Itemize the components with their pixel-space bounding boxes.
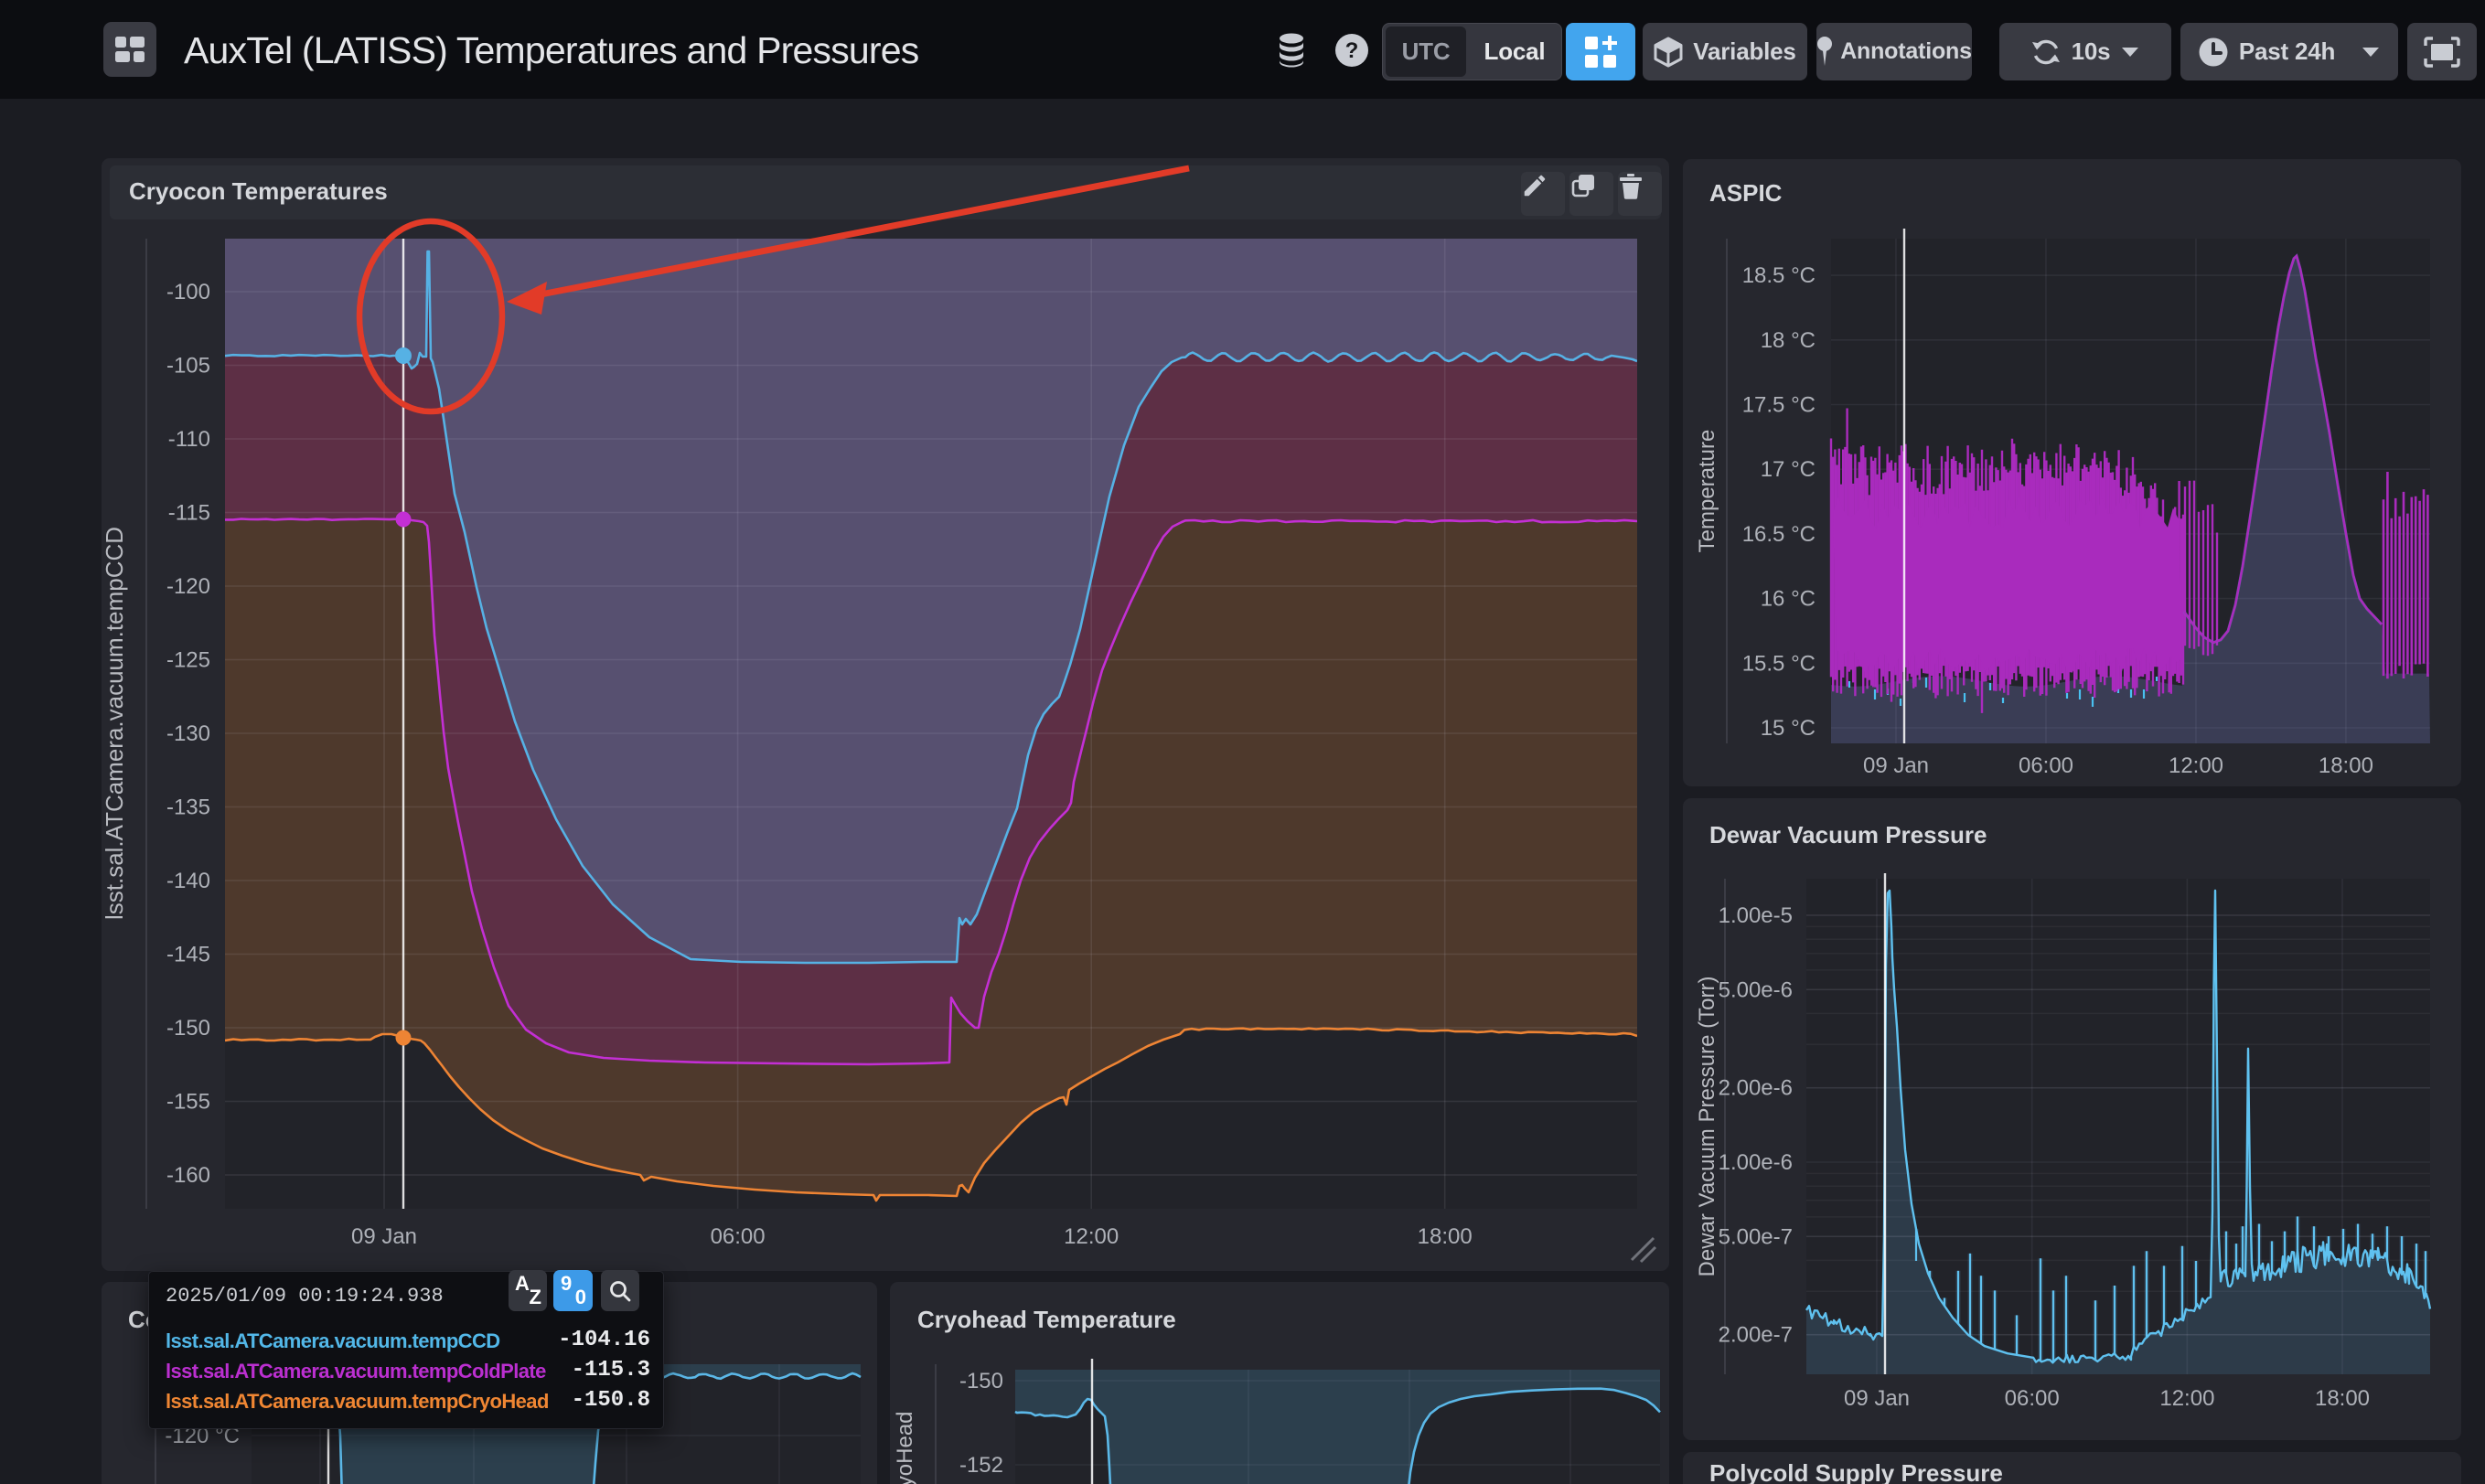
svg-text:17 °C: 17 °C <box>1761 457 1816 482</box>
svg-text:2.00e-6: 2.00e-6 <box>1719 1076 1793 1101</box>
svg-text:-155: -155 <box>166 1090 210 1115</box>
svg-text:Temperature: Temperature <box>1695 430 1719 553</box>
svg-text:09 Jan: 09 Jan <box>1863 753 1929 778</box>
svg-text:-150: -150 <box>166 1016 210 1041</box>
svg-text:-135: -135 <box>166 795 210 820</box>
svg-text:5.00e-7: 5.00e-7 <box>1719 1224 1793 1249</box>
svg-text:-125: -125 <box>166 648 210 673</box>
svg-text:-152: -152 <box>959 1453 1003 1478</box>
svg-text:18.5 °C: 18.5 °C <box>1742 263 1816 288</box>
svg-text:?: ? <box>1345 38 1359 63</box>
svg-text:-110: -110 <box>168 427 210 452</box>
svg-text:12:00: 12:00 <box>1064 1224 1119 1249</box>
svg-text:lsst.sal.ATCamera.vacuum.tempC: lsst.sal.ATCamera.vacuum.tempCryoHead <box>893 1411 917 1484</box>
svg-text:-115: -115 <box>168 501 210 526</box>
svg-text:2.00e-7: 2.00e-7 <box>1719 1323 1793 1348</box>
svg-text:1.00e-6: 1.00e-6 <box>1719 1150 1793 1175</box>
svg-text:18:00: 18:00 <box>2319 753 2373 778</box>
svg-text:-145: -145 <box>166 943 210 967</box>
svg-text:16.5 °C: 16.5 °C <box>1742 522 1816 547</box>
svg-text:18 °C: 18 °C <box>1761 328 1816 353</box>
svg-text:09 Jan: 09 Jan <box>351 1224 417 1249</box>
svg-text:Dewar Vacuum Pressure: Dewar Vacuum Pressure <box>1709 821 1987 849</box>
svg-text:18:00: 18:00 <box>1418 1224 1473 1249</box>
svg-text:-130: -130 <box>166 721 210 746</box>
svg-text:06:00: 06:00 <box>2005 1386 2060 1411</box>
svg-text:12:00: 12:00 <box>2159 1386 2214 1411</box>
svg-text:15.5 °C: 15.5 °C <box>1742 651 1816 676</box>
svg-text:18:00: 18:00 <box>2315 1386 2370 1411</box>
svg-text:17.5 °C: 17.5 °C <box>1742 393 1816 418</box>
svg-text:Cryohead Temperature: Cryohead Temperature <box>917 1306 1176 1333</box>
svg-text:Polycold Supply Pressure: Polycold Supply Pressure <box>1709 1459 2003 1484</box>
svg-text:-140: -140 <box>166 869 210 893</box>
svg-text:5.00e-6: 5.00e-6 <box>1719 977 1793 1002</box>
svg-text:09 Jan: 09 Jan <box>1844 1386 1910 1411</box>
svg-text:1.00e-5: 1.00e-5 <box>1719 903 1793 928</box>
svg-text:15 °C: 15 °C <box>1761 716 1816 741</box>
svg-text:-120: -120 <box>166 574 210 599</box>
svg-text:06:00: 06:00 <box>711 1224 766 1249</box>
svg-text:12:00: 12:00 <box>2169 753 2223 778</box>
svg-text:16 °C: 16 °C <box>1761 587 1816 612</box>
svg-text:-100: -100 <box>166 280 210 304</box>
svg-text:ASPIC: ASPIC <box>1709 179 1783 207</box>
svg-text:06:00: 06:00 <box>2019 753 2073 778</box>
svg-text:-160: -160 <box>166 1163 210 1188</box>
svg-text:-150: -150 <box>959 1369 1003 1393</box>
svg-text:Dewar Vacuum Pressure (Torr): Dewar Vacuum Pressure (Torr) <box>1695 977 1719 1277</box>
svg-text:-105: -105 <box>166 354 210 379</box>
svg-text:lsst.sal.ATCamera.vacuum.tempC: lsst.sal.ATCamera.vacuum.tempCCD <box>102 527 128 920</box>
